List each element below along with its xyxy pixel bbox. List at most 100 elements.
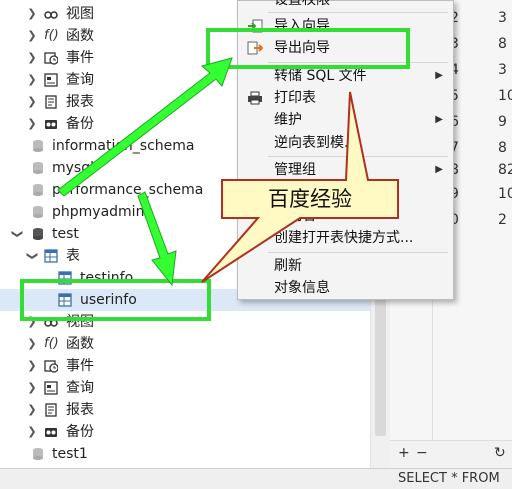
menu-item-label: 导入向导	[274, 18, 330, 34]
tree-item-label: mysql	[52, 160, 94, 176]
menu-item-label: 导出向导	[274, 40, 330, 56]
submenu-arrow-icon: ▶	[435, 164, 443, 175]
menu-item-refresh[interactable]: 刷新	[238, 255, 453, 277]
chevron-right-icon[interactable]: ❯	[27, 47, 37, 69]
chevron-right-icon[interactable]: ❯	[27, 113, 37, 135]
refresh-icon[interactable]: ↻	[494, 445, 506, 461]
grid-cell[interactable]: 10	[498, 181, 512, 207]
tree-item-label: 表	[66, 248, 80, 264]
chevron-right-icon[interactable]: ❯	[27, 355, 37, 377]
menu-item-export-wizard[interactable]: 导出向导	[238, 37, 453, 59]
chevron-right-icon[interactable]: ❯	[27, 91, 37, 113]
database-icon	[33, 140, 43, 152]
table-icon	[44, 249, 58, 263]
menu-item-print-table[interactable]: 打印表	[238, 87, 453, 109]
chevron-right-icon[interactable]: ❯	[27, 333, 37, 355]
grid-cell[interactable]: 9	[498, 109, 507, 135]
delete-record-icon[interactable]: −	[416, 445, 428, 461]
menu-item-label: 转储 SQL 文件	[274, 68, 367, 84]
menu-item-reverse-to-model[interactable]: 逆向表到模...	[238, 132, 453, 154]
tree-item-label: information_schema	[52, 138, 195, 154]
tree-item-reports[interactable]: ❯ 报表	[0, 399, 370, 421]
print-icon	[248, 91, 262, 105]
tree-item-functions[interactable]: ❯ f() 函数	[0, 333, 370, 355]
add-record-icon[interactable]: +	[398, 445, 410, 461]
tree-item-label: 视图	[66, 314, 94, 330]
chevron-right-icon[interactable]: ❯	[27, 421, 37, 443]
chevron-right-icon[interactable]: ❯	[27, 25, 37, 47]
grid-cell[interactable]: 3	[498, 5, 507, 31]
tree-item-label: 备份	[66, 116, 94, 132]
grid-cell[interactable]: 3	[498, 57, 507, 83]
table-icon	[58, 271, 72, 285]
tree-item-label: 事件	[66, 50, 94, 66]
event-icon	[44, 52, 58, 65]
chevron-right-icon[interactable]: ❯	[27, 311, 37, 333]
tree-item-queries[interactable]: ❯ 查询	[0, 377, 370, 399]
grid-cell[interactable]: 10	[498, 83, 512, 109]
query-icon	[44, 381, 58, 395]
chevron-right-icon[interactable]: ❯	[27, 69, 37, 91]
tree-item-label: 备份	[66, 424, 94, 440]
query-icon	[44, 73, 58, 87]
chevron-right-icon[interactable]: ❯	[27, 377, 37, 399]
tree-item-label: 查询	[66, 72, 94, 88]
menu-item-object-info[interactable]: 对象信息	[238, 277, 453, 299]
tree-item-label: test1	[52, 446, 88, 462]
menu-item-label: 设置权限	[274, 0, 330, 8]
tree-item-label: 函数	[66, 336, 94, 352]
context-menu: 设置权限 导入向导 导出向导 转储 SQL 文件 ▶ 打印表 维护 ▶ 逆向表到…	[237, 0, 454, 300]
chevron-right-icon[interactable]: ❯	[27, 3, 37, 25]
chevron-right-icon[interactable]: ❯	[27, 399, 37, 421]
menu-item-create-shortcut[interactable]: 创建打开表快捷方式...	[238, 227, 453, 249]
tree-db-test1[interactable]: test1	[0, 443, 370, 465]
view-icon	[44, 11, 58, 19]
menu-item-label: 维护	[274, 112, 302, 128]
tree-item-events[interactable]: ❯ 事件	[0, 355, 370, 377]
tree-item-label: testinfo	[80, 270, 134, 286]
database-icon	[33, 162, 43, 174]
menu-item-import-wizard[interactable]: 导入向导	[238, 15, 453, 37]
database-icon	[33, 184, 43, 196]
backup-icon	[45, 120, 57, 129]
tree-item-label: 报表	[66, 402, 94, 418]
database-icon	[33, 448, 43, 460]
report-icon	[45, 95, 57, 109]
tree-item-label: userinfo	[80, 292, 137, 308]
tree-item-backups[interactable]: ❯ 备份	[0, 421, 370, 443]
menu-separator	[268, 252, 448, 253]
chevron-down-icon[interactable]: ❯	[6, 229, 28, 239]
grid-toolbar: + − ↻	[390, 440, 512, 469]
tree-item-label: 报表	[66, 94, 94, 110]
tree-item-label: 查询	[66, 380, 94, 396]
grid-cell[interactable]: 2	[498, 207, 507, 233]
tree-item-label: test	[52, 226, 79, 242]
menu-item-dump-sql[interactable]: 转储 SQL 文件 ▶	[238, 65, 453, 87]
submenu-arrow-icon: ▶	[435, 70, 443, 81]
grid-cell[interactable]: 82	[498, 157, 512, 183]
function-icon: f()	[44, 28, 59, 43]
import-icon	[248, 19, 263, 33]
menu-separator	[268, 62, 448, 63]
submenu-arrow-icon: ▶	[435, 114, 443, 125]
menu-separator	[268, 156, 448, 157]
menu-item-label: 打印表	[274, 90, 316, 106]
menu-item-manage-group[interactable]: 管理组 ▶	[238, 159, 453, 181]
menu-item-label: 管理组	[274, 162, 316, 178]
chevron-down-icon[interactable]: ❯	[21, 251, 43, 261]
menu-item-set-permissions[interactable]: 设置权限	[238, 0, 453, 11]
table-icon	[58, 293, 72, 307]
tree-item-label: performance_schema	[52, 182, 204, 198]
menu-item-label: 逆向表到模...	[274, 135, 358, 151]
tree-item-label: 函数	[66, 28, 94, 44]
report-icon	[45, 403, 57, 417]
grid-cell[interactable]: 8	[498, 31, 507, 57]
callout-text: 百度经验	[268, 187, 352, 211]
tree-item-views[interactable]: ❯ 视图	[0, 311, 370, 333]
event-icon	[44, 360, 58, 373]
menu-item-label: 对象信息	[274, 280, 330, 296]
menu-item-label: 创建打开表快捷方式...	[274, 230, 414, 246]
export-icon	[247, 41, 263, 55]
tree-item-label: 事件	[66, 358, 94, 374]
menu-item-maintain[interactable]: 维护 ▶	[238, 109, 453, 131]
